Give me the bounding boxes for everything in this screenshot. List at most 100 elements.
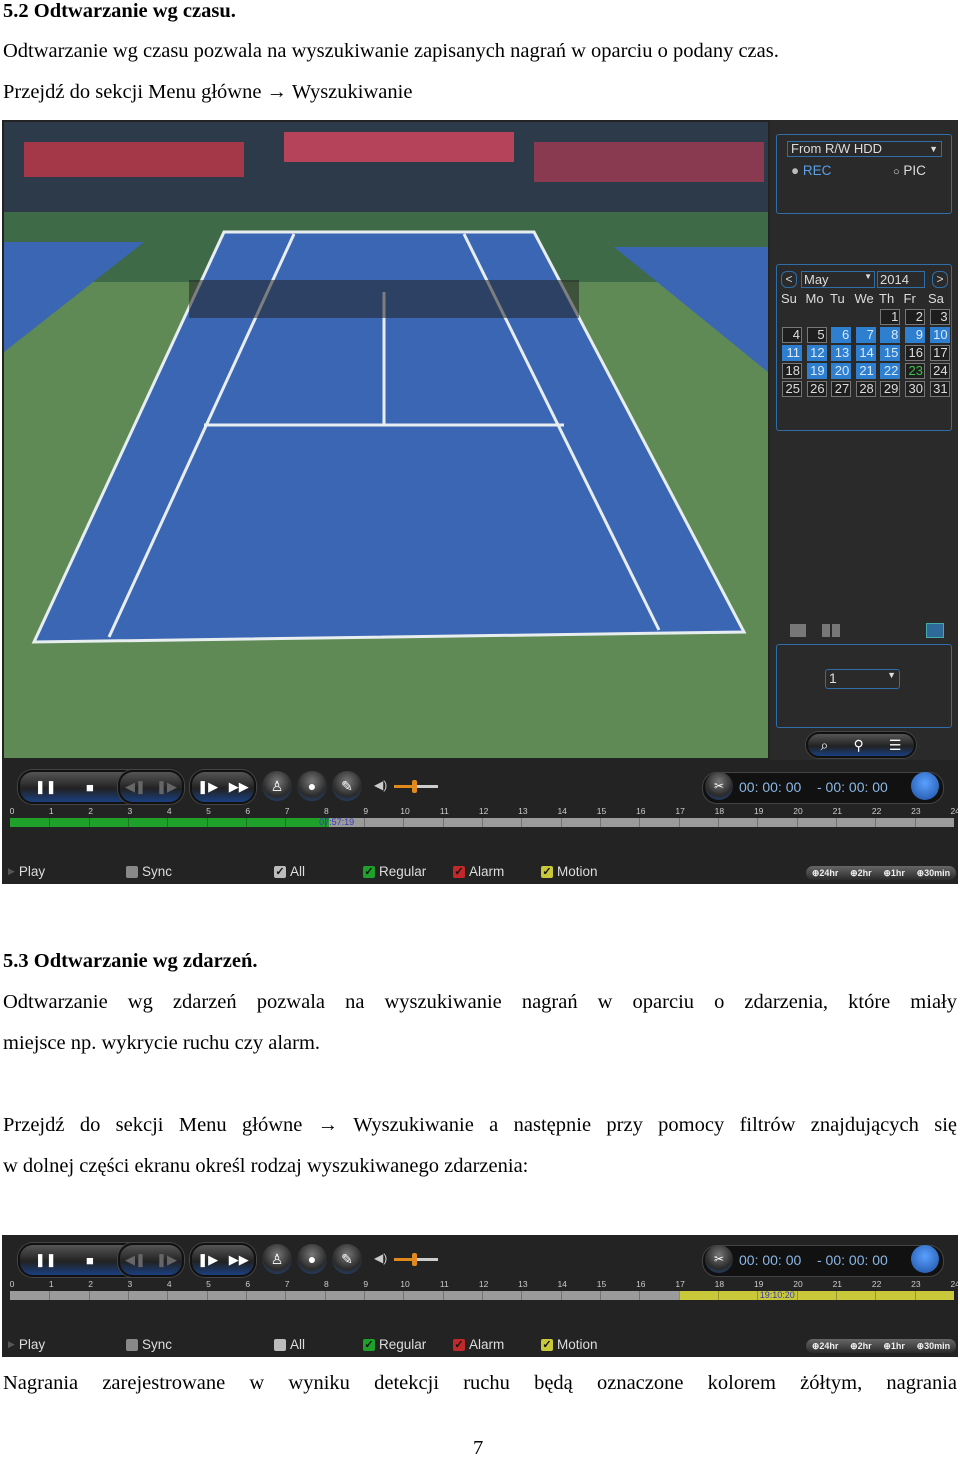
zoom-24hr-button[interactable]: ⊕24hr xyxy=(812,1341,839,1352)
clip-icon[interactable]: ✂ xyxy=(705,772,733,800)
step-forward-icon[interactable]: ❚▶ xyxy=(156,779,177,795)
calendar-day[interactable]: 21 xyxy=(855,363,876,379)
play-label[interactable]: ▶ Play xyxy=(8,864,45,879)
calendar-day[interactable]: 16 xyxy=(905,345,925,361)
calendar-day[interactable]: 10 xyxy=(929,327,950,343)
pin-icon[interactable]: ✎ xyxy=(332,771,362,801)
zoom-24hr-button[interactable]: ⊕24hr xyxy=(812,868,839,879)
calendar-day[interactable]: 11 xyxy=(782,345,802,361)
play-label[interactable]: ▶ Play xyxy=(8,1337,45,1352)
quad-view-icon[interactable] xyxy=(822,624,840,637)
regular-checkbox[interactable]: ✓ Regular xyxy=(363,864,426,879)
calendar-day[interactable]: 25 xyxy=(782,381,802,397)
step-back-icon[interactable]: ◀❚ xyxy=(125,1252,146,1268)
calendar-day[interactable]: 3 xyxy=(929,309,950,325)
calendar-day[interactable]: 23 xyxy=(905,363,925,379)
regular-checkbox[interactable]: ✓ Regular xyxy=(363,1337,426,1352)
sync-checkbox[interactable]: Sync xyxy=(126,1337,172,1352)
recording-segment[interactable] xyxy=(678,1291,954,1300)
source-select[interactable]: From R/W HDD ▼ xyxy=(787,141,942,157)
fast-forward-icon[interactable]: ▶▶ xyxy=(229,1252,249,1268)
volume-slider[interactable] xyxy=(394,1253,438,1266)
timeline-bar[interactable]: 19:10:20 xyxy=(10,1290,954,1300)
start-time[interactable]: 00: 00: 00 xyxy=(739,1252,801,1268)
all-checkbox[interactable]: All xyxy=(274,1337,305,1352)
list-icon[interactable]: ☰ xyxy=(889,737,902,754)
calendar-day[interactable]: 19 xyxy=(806,363,827,379)
volume-icon[interactable]: ◀) xyxy=(374,778,387,792)
alarm-checkbox[interactable]: ✓ Alarm xyxy=(453,1337,504,1352)
volume-icon[interactable]: ◀) xyxy=(374,1251,387,1265)
motion-checkbox[interactable]: ✓ Motion xyxy=(541,1337,598,1352)
calendar-day[interactable]: 17 xyxy=(929,345,950,361)
zoom-30min-button[interactable]: ⊕30min xyxy=(917,868,951,879)
calendar-day[interactable]: 12 xyxy=(806,345,827,361)
calendar-day[interactable]: 22 xyxy=(880,363,901,379)
pause-icon[interactable]: ❚❚ xyxy=(35,1252,57,1268)
motion-checkbox[interactable]: ✓ Motion xyxy=(541,864,598,879)
volume-handle[interactable] xyxy=(412,1253,417,1266)
volume-slider[interactable] xyxy=(394,780,438,793)
smart-search-icon[interactable]: ⚲ xyxy=(854,737,864,754)
calendar-day[interactable]: 6 xyxy=(831,327,852,343)
prev-month-button[interactable]: < xyxy=(781,271,797,288)
calendar-day[interactable]: 7 xyxy=(855,327,876,343)
calendar-day[interactable]: 20 xyxy=(831,363,852,379)
step-back-icon[interactable]: ◀❚ xyxy=(125,779,146,795)
sync-checkbox[interactable]: Sync xyxy=(126,864,172,879)
calendar-day[interactable]: 1 xyxy=(880,309,901,325)
channel-select[interactable]: 1 ▼ xyxy=(825,669,900,689)
month-select[interactable]: May ▼ xyxy=(801,271,875,288)
backup-button[interactable] xyxy=(911,772,939,800)
slow-play-icon[interactable]: ❚▶ xyxy=(197,779,218,795)
calendar-day[interactable]: 24 xyxy=(929,363,950,379)
smart-search-person-icon[interactable]: ♙ xyxy=(262,771,292,801)
calendar-day[interactable]: 15 xyxy=(880,345,901,361)
snapshot-icon[interactable]: ● xyxy=(297,771,327,801)
fast-forward-icon[interactable]: ▶▶ xyxy=(229,779,249,795)
alarm-checkbox[interactable]: ✓ Alarm xyxy=(453,864,504,879)
calendar-day[interactable]: 4 xyxy=(782,327,802,343)
calendar-day[interactable]: 5 xyxy=(806,327,827,343)
zoom-2hr-button[interactable]: ⊕2hr xyxy=(850,868,872,879)
zoom-1hr-button[interactable]: ⊕1hr xyxy=(883,1341,905,1352)
backup-button[interactable] xyxy=(911,1245,939,1273)
calendar-day[interactable]: 9 xyxy=(905,327,925,343)
snapshot-icon[interactable]: ● xyxy=(297,1244,327,1274)
calendar-day[interactable]: 2 xyxy=(905,309,925,325)
start-time[interactable]: 00: 00: 00 xyxy=(739,779,801,795)
calendar-day[interactable]: 31 xyxy=(929,381,950,397)
zoom-30min-button[interactable]: ⊕30min xyxy=(917,1341,951,1352)
calendar-day[interactable]: 30 xyxy=(905,381,925,397)
zoom-1hr-button[interactable]: ⊕1hr xyxy=(883,868,905,879)
timeline-bar[interactable]: 07:57:19 xyxy=(10,817,954,827)
calendar-day[interactable]: 27 xyxy=(831,381,852,397)
recording-segment[interactable] xyxy=(10,818,329,827)
next-month-button[interactable]: > xyxy=(932,271,948,288)
calendar-day[interactable]: 8 xyxy=(880,327,901,343)
zoom-2hr-button[interactable]: ⊕2hr xyxy=(850,1341,872,1352)
step-forward-icon[interactable]: ❚▶ xyxy=(156,1252,177,1268)
single-view-icon[interactable] xyxy=(790,624,806,637)
stop-icon[interactable]: ■ xyxy=(86,780,94,795)
pin-icon[interactable]: ✎ xyxy=(332,1244,362,1274)
slow-play-icon[interactable]: ❚▶ xyxy=(197,1252,218,1268)
pause-icon[interactable]: ❚❚ xyxy=(35,779,57,795)
search-icon[interactable]: ⌕ xyxy=(821,737,829,754)
rec-radio[interactable]: ● REC xyxy=(791,163,831,178)
year-field[interactable]: 2014 xyxy=(877,271,925,288)
end-time[interactable]: - 00: 00: 00 xyxy=(817,1252,888,1268)
calendar-day[interactable]: 14 xyxy=(855,345,876,361)
fullscreen-icon[interactable] xyxy=(926,623,944,638)
calendar-day[interactable]: 29 xyxy=(880,381,901,397)
stop-icon[interactable]: ■ xyxy=(86,1253,94,1268)
calendar-day[interactable]: 26 xyxy=(806,381,827,397)
smart-search-person-icon[interactable]: ♙ xyxy=(262,1244,292,1274)
clip-icon[interactable]: ✂ xyxy=(705,1245,733,1273)
all-checkbox[interactable]: ✓ All xyxy=(274,864,305,879)
calendar-day[interactable]: 18 xyxy=(782,363,802,379)
calendar-day[interactable]: 28 xyxy=(855,381,876,397)
calendar-day[interactable]: 13 xyxy=(831,345,852,361)
end-time[interactable]: - 00: 00: 00 xyxy=(817,779,888,795)
pic-radio[interactable]: ○ PIC xyxy=(893,163,926,178)
